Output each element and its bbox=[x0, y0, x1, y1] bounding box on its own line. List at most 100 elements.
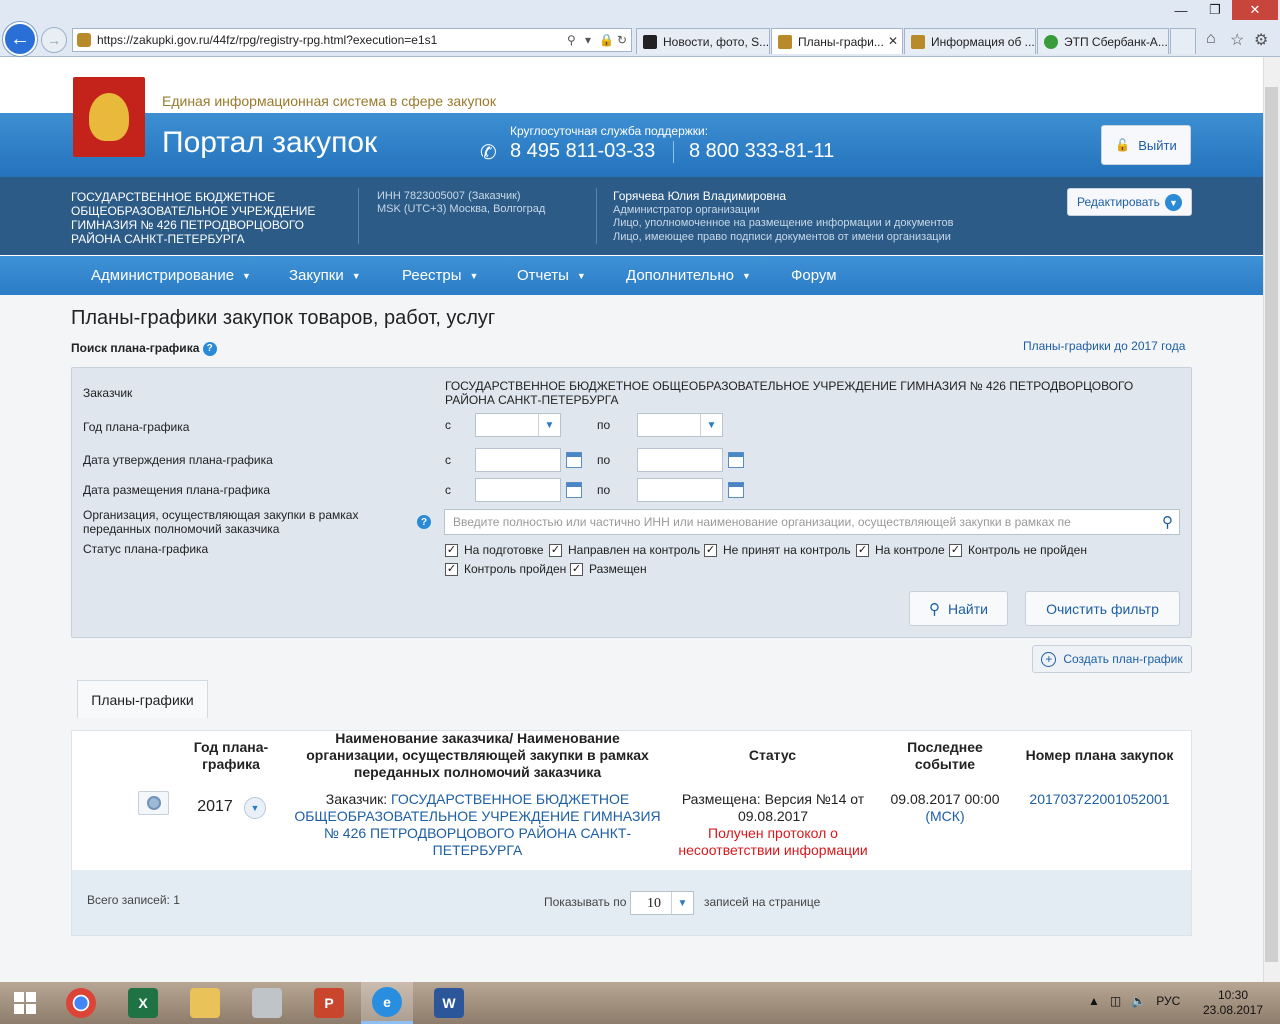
checkbox-icon[interactable]: ✓ bbox=[570, 562, 583, 576]
scrollbar-thumb[interactable] bbox=[1265, 87, 1278, 962]
find-button[interactable]: ⚲ Найти bbox=[909, 591, 1008, 626]
tab-favicon bbox=[643, 34, 657, 49]
checkbox-icon[interactable]: ✓ bbox=[549, 543, 562, 557]
status-checkbox[interactable]: ✓ Не принят на контроль bbox=[704, 543, 851, 557]
search-filter-panel bbox=[71, 367, 1192, 638]
maximize-icon[interactable]: ❐ bbox=[1198, 0, 1232, 20]
forward-icon[interactable]: → bbox=[41, 27, 67, 53]
coat-of-arms-logo[interactable] bbox=[73, 77, 145, 157]
customer-prefix: Заказчик: bbox=[325, 791, 388, 807]
timezone-link[interactable]: (МСК) bbox=[880, 808, 1010, 825]
column-header-status: Статус bbox=[748, 747, 797, 763]
plans-before-2017-link[interactable]: Планы-графики до 2017 года bbox=[1023, 339, 1185, 353]
close-window-icon[interactable]: ✕ bbox=[1232, 0, 1278, 20]
volume-icon[interactable]: 🔈 bbox=[1131, 994, 1146, 1008]
browser-tab-plans[interactable]: Планы-графи... ✕ bbox=[771, 28, 903, 54]
status-checkbox[interactable]: ✓ Контроль не пройден bbox=[949, 543, 1087, 557]
minimize-icon[interactable]: — bbox=[1164, 0, 1198, 20]
status-checkbox[interactable]: ✓ Направлен на контроль bbox=[549, 543, 700, 557]
system-tray[interactable]: ▲ ◫ 🔈 РУС bbox=[1088, 994, 1180, 1008]
placement-date-from[interactable] bbox=[475, 478, 561, 502]
org-search-input[interactable]: Введите полностью или частично ИНН или н… bbox=[444, 509, 1180, 535]
checkbox-icon[interactable]: ✓ bbox=[704, 543, 717, 557]
year-to-select[interactable]: ▼ bbox=[637, 413, 723, 437]
caret-down-icon: ▼ bbox=[741, 271, 751, 282]
powerpoint-icon[interactable]: P bbox=[303, 982, 355, 1024]
clock[interactable]: 10:30 23.08.2017 bbox=[1200, 988, 1266, 1018]
chevron-up-icon[interactable]: ▲ bbox=[1088, 994, 1100, 1008]
status-option-label: Контроль пройден bbox=[464, 562, 567, 576]
user-name: Горячева Юлия Владимировна bbox=[613, 189, 787, 203]
phone-icon: ✆ bbox=[480, 142, 497, 164]
status-checkbox[interactable]: ✓ На контроле bbox=[856, 543, 945, 557]
calendar-icon[interactable] bbox=[566, 482, 582, 498]
refresh-icon[interactable]: ↻ bbox=[617, 33, 627, 47]
excel-icon[interactable]: X bbox=[117, 982, 169, 1024]
home-icon[interactable]: ⌂ bbox=[1206, 30, 1216, 48]
explorer-icon[interactable] bbox=[179, 982, 231, 1024]
network-icon[interactable]: ◫ bbox=[1110, 994, 1121, 1008]
status-checkbox[interactable]: ✓ На подготовке bbox=[445, 543, 544, 557]
tab-plans[interactable]: Планы-графики bbox=[77, 680, 208, 718]
checkbox-icon[interactable]: ✓ bbox=[856, 543, 869, 557]
column-header-plan-number: Номер плана закупок bbox=[1025, 747, 1174, 763]
menu-item-forum[interactable]: Форум bbox=[791, 267, 837, 284]
menu-item-additional[interactable]: Дополнительно ▼ bbox=[626, 267, 751, 284]
plan-number-link[interactable]: 201703722001052001 bbox=[1012, 791, 1187, 808]
year-from-select[interactable]: ▼ bbox=[475, 413, 561, 437]
approval-date-to[interactable] bbox=[637, 448, 723, 472]
back-icon[interactable]: ← bbox=[3, 22, 37, 56]
calendar-icon[interactable] bbox=[728, 482, 744, 498]
language-indicator[interactable]: РУС bbox=[1156, 994, 1180, 1008]
checkbox-icon[interactable]: ✓ bbox=[949, 543, 962, 557]
tab-label: Информация об ... bbox=[931, 34, 1035, 49]
calendar-icon[interactable] bbox=[728, 452, 744, 468]
user-role: Администратор организации bbox=[613, 203, 760, 216]
dropdown-icon[interactable]: ▾ bbox=[585, 33, 591, 47]
star-icon[interactable]: ☆ bbox=[1230, 30, 1244, 50]
row-customer: Заказчик: ГОСУДАРСТВЕННОЕ БЮДЖЕТНОЕ ОБЩЕ… bbox=[290, 791, 665, 859]
from-label: с bbox=[445, 453, 451, 467]
total-records: Всего записей: 1 bbox=[87, 893, 180, 907]
find-label: Найти bbox=[948, 600, 988, 617]
browser-tab-news[interactable]: Новости, фото, S... bbox=[636, 28, 770, 54]
word-icon[interactable]: W bbox=[423, 982, 475, 1024]
browser-tab-info[interactable]: Информация об ... bbox=[904, 28, 1036, 54]
chevron-down-icon[interactable]: ▼ bbox=[244, 797, 266, 819]
status-checkbox[interactable]: ✓ Контроль пройден bbox=[445, 562, 566, 576]
placement-date-to[interactable] bbox=[637, 478, 723, 502]
edit-button[interactable]: Редактировать ▼ bbox=[1067, 188, 1192, 216]
menu-item-purchases[interactable]: Закупки ▼ bbox=[289, 267, 361, 284]
chrome-icon[interactable] bbox=[55, 982, 107, 1024]
search-icon[interactable]: ⚲ bbox=[567, 33, 576, 47]
gear-icon[interactable]: ⚙ bbox=[1254, 30, 1268, 50]
portal-title[interactable]: Портал закупок bbox=[162, 126, 377, 160]
to-label: по bbox=[597, 483, 611, 497]
close-tab-icon[interactable]: ✕ bbox=[888, 34, 898, 48]
clear-filter-button[interactable]: Очистить фильтр bbox=[1025, 591, 1180, 626]
ie-icon[interactable]: e bbox=[361, 982, 413, 1024]
help-icon[interactable]: ? bbox=[202, 341, 217, 356]
status-label: Статус плана-графика bbox=[83, 542, 209, 556]
checkbox-icon[interactable]: ✓ bbox=[445, 562, 458, 576]
address-bar[interactable]: https://zakupki.gov.ru/44fz/rpg/registry… bbox=[72, 28, 632, 52]
checkbox-icon[interactable]: ✓ bbox=[445, 543, 458, 557]
status-checkbox[interactable]: ✓ Размещен bbox=[570, 562, 647, 576]
menu-item-registries[interactable]: Реестры ▼ bbox=[402, 267, 478, 284]
calendar-icon[interactable] bbox=[566, 452, 582, 468]
browser-tab-sber[interactable]: ЭТП Сбербанк-А... bbox=[1037, 28, 1169, 54]
plan-info-button[interactable] bbox=[138, 791, 169, 815]
search-icon[interactable]: ⚲ bbox=[1162, 513, 1173, 531]
help-icon[interactable]: ? bbox=[417, 515, 431, 529]
menu-item-reports[interactable]: Отчеты ▼ bbox=[517, 267, 586, 284]
page-title: Планы-графики закупок товаров, работ, ус… bbox=[71, 307, 496, 329]
windows-start-icon[interactable] bbox=[0, 982, 50, 1024]
logout-button[interactable]: 🔓 Выйти bbox=[1101, 125, 1191, 165]
approval-date-from[interactable] bbox=[475, 448, 561, 472]
menu-item-administration[interactable]: Администрирование ▼ bbox=[91, 267, 251, 284]
clock-date: 23.08.2017 bbox=[1202, 1003, 1264, 1017]
create-plan-button[interactable]: + Создать план-график bbox=[1032, 645, 1192, 673]
new-tab-button[interactable] bbox=[1170, 28, 1196, 54]
scanner-icon[interactable] bbox=[241, 982, 293, 1024]
page-size-select[interactable]: 10 ▼ bbox=[630, 891, 694, 915]
